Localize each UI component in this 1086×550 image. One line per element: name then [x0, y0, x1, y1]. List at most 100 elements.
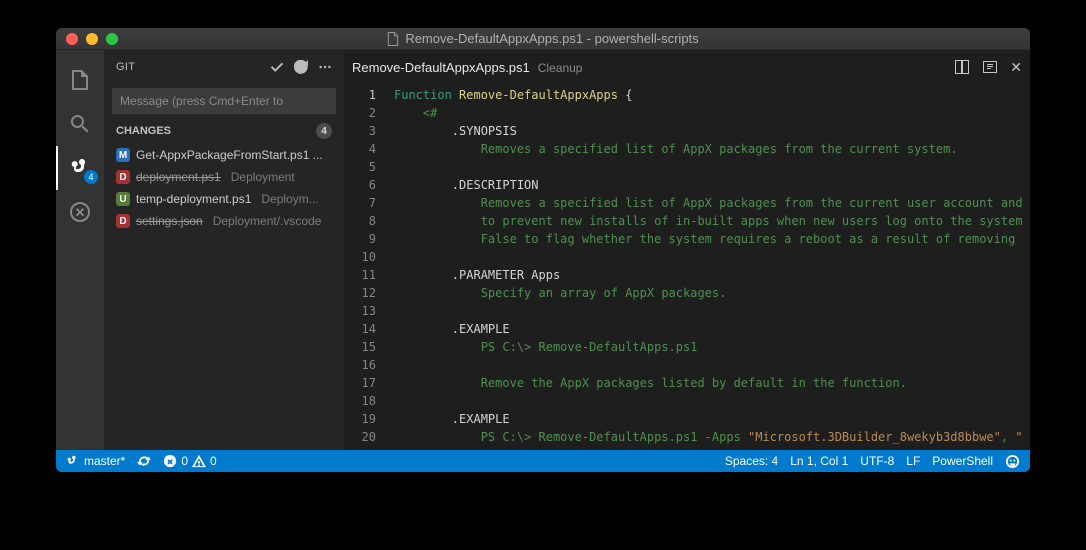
line-number: 11: [344, 266, 376, 284]
code-line: Removes a specified list of AppX package…: [394, 140, 1030, 158]
files-icon: [68, 68, 92, 92]
activity-explorer[interactable]: [56, 58, 104, 102]
tab-filename: Remove-DefaultAppxApps.ps1: [352, 60, 530, 75]
change-filename: deployment.ps1: [136, 170, 221, 184]
line-number: 20: [344, 428, 376, 446]
status-left: master* 0 0: [66, 454, 217, 468]
change-row[interactable]: Utemp-deployment.ps1Deploym...: [104, 188, 344, 210]
change-filename: Get-AppxPackageFromStart.ps1 ...: [136, 148, 323, 162]
change-row[interactable]: Ddeployment.ps1 Deployment: [104, 166, 344, 188]
line-number: 10: [344, 248, 376, 266]
status-position[interactable]: Ln 1, Col 1: [790, 454, 848, 468]
code-line: .EXAMPLE: [394, 410, 1030, 428]
code-line: [394, 248, 1030, 266]
split-editor-icon[interactable]: [954, 59, 970, 75]
line-number: 3: [344, 122, 376, 140]
code-area[interactable]: 1234567891011121314151617181920 Function…: [344, 84, 1030, 450]
activity-debug[interactable]: [56, 190, 104, 234]
change-path: Deployment: [231, 170, 295, 184]
code-line: .SYNOPSIS: [394, 122, 1030, 140]
changes-label: CHANGES: [116, 125, 171, 137]
code-line: Function Remove-DefaultAppxApps {: [394, 86, 1030, 104]
branch-label: master*: [84, 454, 125, 468]
change-row[interactable]: M Get-AppxPackageFromStart.ps1 ...: [104, 144, 344, 166]
line-number: 15: [344, 338, 376, 356]
commit-icon[interactable]: [270, 60, 284, 74]
line-number: 19: [344, 410, 376, 428]
change-status-badge: D: [116, 214, 130, 228]
change-filename: settings.json: [136, 214, 203, 228]
changes-header[interactable]: CHANGES 4: [104, 118, 344, 144]
code-line: [394, 356, 1030, 374]
line-number: 2: [344, 104, 376, 122]
minimize-window-button[interactable]: [86, 33, 98, 45]
line-number: 17: [344, 374, 376, 392]
code-line: Removes a specified list of AppX package…: [394, 194, 1030, 212]
change-status-badge: D: [116, 170, 130, 184]
status-branch[interactable]: master*: [66, 454, 125, 468]
code-content[interactable]: Function Remove-DefaultAppxApps { <# .SY…: [388, 84, 1030, 450]
code-line: [394, 158, 1030, 176]
activity-scm[interactable]: 4: [56, 146, 104, 190]
search-icon: [68, 112, 92, 136]
bug-icon: [68, 200, 92, 224]
changes-list: M Get-AppxPackageFromStart.ps1 ... Ddeploy…: [104, 144, 344, 232]
code-line: .EXAMPLE: [394, 320, 1030, 338]
warning-count: 0: [210, 454, 217, 468]
close-editor-button[interactable]: ✕: [1010, 59, 1022, 76]
code-line: .DESCRIPTION: [394, 176, 1030, 194]
refresh-icon[interactable]: [294, 60, 308, 74]
line-number: 16: [344, 356, 376, 374]
line-number: 6: [344, 176, 376, 194]
commit-message-input[interactable]: [112, 88, 336, 114]
line-number: 9: [344, 230, 376, 248]
code-line: False to flag whether the system require…: [394, 230, 1030, 248]
sync-icon: [137, 454, 151, 468]
status-spaces[interactable]: Spaces: 4: [725, 454, 778, 468]
status-encoding[interactable]: UTF-8: [860, 454, 894, 468]
change-path: Deployment/.vscode: [213, 214, 322, 228]
code-line: [394, 392, 1030, 410]
editor: Remove-DefaultAppxApps.ps1 Cleanup ✕ 123…: [344, 50, 1030, 450]
feedback-smile-icon[interactable]: [1005, 454, 1020, 469]
window-title: Remove-DefaultAppxApps.ps1 - powershell-…: [56, 31, 1030, 46]
sidebar: GIT CHANGES 4 M Get-AppxPackageFromStart.…: [104, 50, 344, 450]
code-line: [394, 302, 1030, 320]
status-right: Spaces: 4 Ln 1, Col 1 UTF-8 LF PowerShel…: [725, 454, 1020, 469]
status-sync[interactable]: [137, 454, 151, 468]
line-number: 18: [344, 392, 376, 410]
code-line: .PARAMETER Apps: [394, 266, 1030, 284]
close-window-button[interactable]: [66, 33, 78, 45]
code-line: PS C:\> Remove-DefaultApps.ps1: [394, 338, 1030, 356]
change-row[interactable]: Dsettings.json Deployment/.vscode: [104, 210, 344, 232]
activity-search[interactable]: [56, 102, 104, 146]
line-number: 14: [344, 320, 376, 338]
activity-bar: 4: [56, 50, 104, 450]
code-line: Specify an array of AppX packages.: [394, 284, 1030, 302]
editor-actions: ✕: [954, 59, 1022, 76]
tab-active[interactable]: Remove-DefaultAppxApps.ps1 Cleanup: [352, 60, 582, 75]
commit-message-wrap: [104, 84, 344, 118]
line-number: 5: [344, 158, 376, 176]
line-gutter: 1234567891011121314151617181920: [344, 84, 388, 450]
scm-badge: 4: [84, 170, 98, 184]
sidebar-title: GIT: [116, 61, 135, 73]
status-language[interactable]: PowerShell: [932, 454, 993, 468]
code-line: <#: [394, 104, 1030, 122]
line-number: 7: [344, 194, 376, 212]
maximize-window-button[interactable]: [106, 33, 118, 45]
open-changes-icon[interactable]: [982, 59, 998, 75]
change-status-badge: M: [116, 148, 130, 162]
changes-count: 4: [316, 123, 332, 139]
more-icon[interactable]: [318, 60, 332, 74]
status-problems[interactable]: 0 0: [163, 454, 216, 468]
traffic-lights: [66, 33, 118, 45]
code-line: Remove the AppX packages listed by defau…: [394, 374, 1030, 392]
main-body: 4 GIT CHANGES 4 MGet-AppxPa: [56, 50, 1030, 450]
sidebar-actions: [270, 60, 332, 74]
file-icon: [387, 32, 399, 46]
change-filename: temp-deployment.ps1: [136, 192, 251, 206]
window-title-text: Remove-DefaultAppxApps.ps1 - powershell-…: [405, 31, 698, 46]
status-eol[interactable]: LF: [906, 454, 920, 468]
git-branch-icon: [66, 454, 80, 468]
